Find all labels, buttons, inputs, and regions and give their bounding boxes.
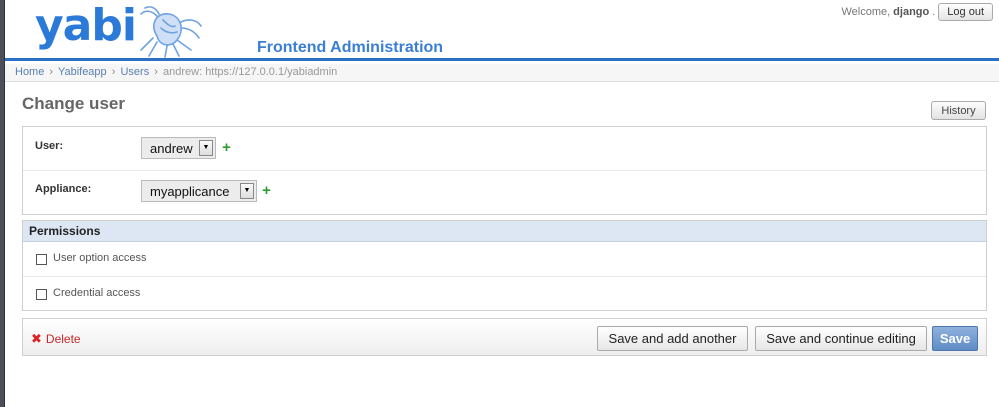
chevron-down-icon: ▼ — [199, 140, 213, 156]
left-rail — [0, 0, 5, 407]
credential-access-label[interactable]: Credential access — [53, 287, 140, 299]
yabi-logo[interactable]: yabi — [35, 0, 205, 58]
history-button[interactable]: History — [931, 101, 986, 120]
chevron-down-icon: ▼ — [240, 183, 254, 199]
breadcrumb-current: andrew: https://127.0.0.1/yabiadmin — [163, 66, 338, 78]
breadcrumb-separator: › — [154, 66, 158, 78]
permissions-heading: Permissions — [23, 221, 986, 242]
save-add-another-button[interactable]: Save and add another — [597, 326, 748, 351]
breadcrumb: Home › Yabifeapp › Users › andrew: https… — [5, 64, 999, 82]
breadcrumb-yabifeapp[interactable]: Yabifeapp — [58, 66, 107, 78]
user-label: User: — [35, 140, 64, 152]
welcome-suffix: . — [932, 6, 936, 18]
user-tools: Welcome, django. Log out — [841, 3, 993, 21]
breadcrumb-separator: › — [49, 66, 54, 78]
breadcrumb-users[interactable]: Users — [120, 66, 149, 78]
permission-row: User option access — [23, 242, 986, 277]
user-select-value: andrew — [150, 140, 193, 156]
user-option-access-label[interactable]: User option access — [53, 252, 147, 264]
user-fieldset: User: andrew ▼ + Appliance: myapplicance… — [22, 126, 987, 215]
site-title: Frontend Administration — [257, 39, 444, 56]
user-option-access-checkbox[interactable] — [36, 254, 47, 265]
header: yabi Frontend Administration Welcome, dj… — [5, 0, 999, 61]
permissions-fieldset: Permissions User option access Credentia… — [22, 220, 987, 311]
form-row-user: User: andrew ▼ + — [23, 127, 986, 171]
appliance-select-value: myapplicance — [150, 183, 230, 199]
form-row-appliance: Appliance: myapplicance ▼ + — [23, 171, 986, 215]
username: django — [893, 6, 930, 18]
user-select[interactable]: andrew ▼ — [141, 137, 216, 159]
permission-row: Credential access — [23, 277, 986, 312]
breadcrumb-separator: › — [111, 66, 116, 78]
save-continue-editing-button[interactable]: Save and continue editing — [755, 326, 927, 351]
appliance-label: Appliance: — [35, 183, 92, 195]
submit-row: ✖ Delete Save and add another Save and c… — [22, 318, 987, 356]
appliance-select[interactable]: myapplicance ▼ — [141, 180, 257, 202]
breadcrumb-home[interactable]: Home — [15, 66, 44, 78]
logout-button[interactable]: Log out — [938, 3, 993, 21]
save-button[interactable]: Save — [932, 326, 978, 351]
page-title: Change user — [22, 94, 125, 113]
hermit-crab-icon — [140, 6, 202, 58]
delete-link[interactable]: ✖ Delete — [31, 331, 81, 347]
delete-label: Delete — [45, 332, 81, 346]
delete-icon: ✖ — [31, 331, 42, 346]
logo-text: yabi — [35, 0, 137, 51]
credential-access-checkbox[interactable] — [36, 289, 47, 300]
add-user-icon[interactable]: + — [221, 140, 232, 155]
add-appliance-icon[interactable]: + — [261, 183, 272, 198]
welcome-text: Welcome, — [841, 6, 891, 18]
